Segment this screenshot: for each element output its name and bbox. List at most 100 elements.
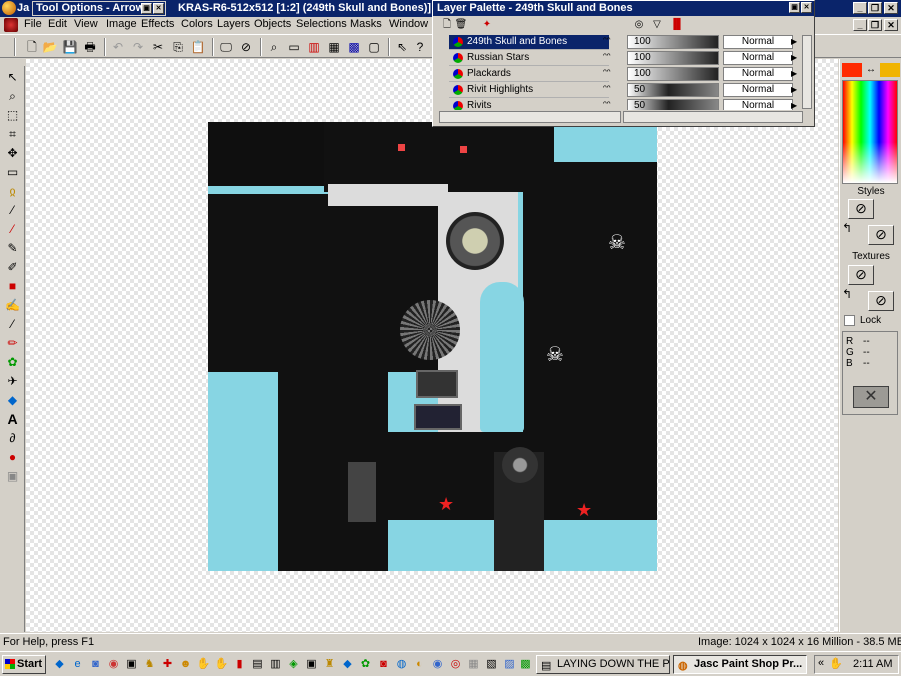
blend-dropdown-icon[interactable]: ▶ [791,51,801,65]
quicklaunch-app-icon[interactable]: ✋ [214,657,229,672]
paint-brush-icon[interactable]: ✎ [4,240,21,257]
zoom-icon[interactable]: ⌕ [266,39,282,55]
histogram-icon[interactable]: ▦ [326,39,342,55]
quicklaunch-app-icon[interactable]: ✿ [358,657,373,672]
start-button[interactable]: Start [2,655,46,674]
menu-file[interactable]: File [24,18,42,30]
quicklaunch-app-icon[interactable]: ▣ [304,657,319,672]
redo-icon[interactable]: ↷ [130,39,146,55]
quicklaunch-app-icon[interactable]: ▦ [466,657,481,672]
swap-styles-icon[interactable]: ↰ [842,221,852,235]
task-button-paint-shop-pro[interactable]: ◍ Jasc Paint Shop Pr... [673,655,807,674]
opacity-slider[interactable]: 50 [627,83,719,97]
doc-close-icon[interactable]: ✕ [884,19,898,31]
quicklaunch-app-icon[interactable]: ◍ [394,657,409,672]
picture-tube-icon[interactable]: ✿ [4,354,21,371]
menu-image[interactable]: Image [106,18,137,30]
blend-mode-select[interactable]: Normal [723,67,793,81]
quicklaunch-app-icon[interactable]: ◙ [376,657,391,672]
document-icon[interactable] [4,18,18,32]
layer-name[interactable]: 249th Skull and Bones [449,35,609,50]
quicklaunch-app-icon[interactable]: ▩ [518,657,533,672]
retouch-icon[interactable]: ✍ [4,297,21,314]
menu-effects[interactable]: Effects [141,18,174,30]
overview-icon[interactable]: ▢ [366,39,382,55]
visibility-icon[interactable]: ᵔᵔ [603,67,617,81]
quicklaunch-app-icon[interactable]: ✚ [160,657,175,672]
help-arrow-icon[interactable]: ⇖ [394,39,410,55]
crop-tool-icon[interactable]: ⌗ [4,126,21,143]
layer-properties-icon[interactable]: ✦ [479,17,495,33]
new-file-icon[interactable]: 🗋 [24,39,40,55]
screen-icon[interactable]: 🖵 [218,39,234,55]
blend-mode-select[interactable]: Normal [723,99,793,110]
layer-settings-scrollbar[interactable] [623,111,803,123]
close-icon[interactable]: ✕ [801,2,812,13]
opacity-tab-icon[interactable]: ◎ [631,17,647,33]
opacity-slider[interactable]: 100 [627,67,719,81]
blend-dropdown-icon[interactable]: ▶ [791,67,801,81]
tray-expand-icon[interactable]: « [818,657,824,669]
dropper-icon[interactable]: ⁄ [4,221,21,238]
layer-name[interactable]: Rivit Highlights [449,83,609,98]
menu-masks[interactable]: Masks [350,18,382,30]
foreground-color-swatch[interactable] [842,63,862,77]
quicklaunch-app-icon[interactable]: ▧ [484,657,499,672]
layer-palette-icon[interactable]: ▩ [346,39,362,55]
flood-fill-icon[interactable]: ◆ [4,392,21,409]
quicklaunch-app-icon[interactable]: ◐ [412,657,427,672]
aircraft-texture-image[interactable]: ☠ ☠ ★ ★ [208,122,657,571]
lock-checkbox[interactable] [844,315,855,326]
menu-selections[interactable]: Selections [296,18,347,30]
menu-window[interactable]: Window [389,18,428,30]
close-icon[interactable]: ✕ [153,3,164,14]
color-replacer-icon[interactable]: ■ [4,278,21,295]
blend-dropdown-icon[interactable]: ▶ [791,35,801,49]
delete-layer-icon[interactable]: 🗑 [453,17,469,33]
tray-clock[interactable]: 2:11 AM [853,658,893,670]
preset-shapes-icon[interactable]: ● [4,449,21,466]
doc-minimize-icon[interactable]: _ [853,19,867,31]
menu-edit[interactable]: Edit [48,18,67,30]
layer-name[interactable]: Plackards [449,67,609,82]
background-color-swatch[interactable] [880,63,900,77]
toggle-palette-icon[interactable]: ▭ [286,39,302,55]
blend-dropdown-icon[interactable]: ▶ [791,99,801,110]
airbrush-icon[interactable]: ✈ [4,373,21,390]
quicklaunch-app-icon[interactable]: ▤ [250,657,265,672]
swap-textures-icon[interactable]: ↰ [842,287,852,301]
layer-row[interactable]: Plackards ᵔᵔ 100 Normal ▶ [439,67,809,82]
print-icon[interactable]: 🖶 [82,39,98,55]
layer-row[interactable]: Russian Stars ᵔᵔ 100 Normal ▶ [439,51,809,66]
layer-name[interactable]: Rivits [449,99,609,110]
text-tool-icon[interactable]: A [4,411,21,428]
quicklaunch-app-icon[interactable]: ◆ [340,657,355,672]
freehand-tool-icon[interactable]: ჲ [4,183,21,200]
opacity-slider[interactable]: 100 [627,51,719,65]
color-picker-spectrum[interactable] [842,80,898,184]
style-none-icon[interactable]: ⊘ [868,225,894,245]
pin-icon[interactable]: ▣ [141,3,152,14]
visibility-icon[interactable]: ᵔᵔ [603,35,617,49]
visibility-icon[interactable]: ᵔᵔ [603,99,617,110]
tray-hand-icon[interactable]: ✋ [829,657,843,670]
quicklaunch-app-icon[interactable]: ♞ [142,657,157,672]
magic-wand-icon[interactable]: ⁄ [4,202,21,219]
menu-objects[interactable]: Objects [254,18,291,30]
scratch-remover-icon[interactable]: ⁄ [4,316,21,333]
quicklaunch-desktop-icon[interactable]: ◆ [52,657,67,672]
eraser-icon[interactable]: ✏ [4,335,21,352]
help-icon[interactable]: ? [412,39,428,55]
undo-icon[interactable]: ↶ [110,39,126,55]
menu-view[interactable]: View [74,18,98,30]
save-icon[interactable]: 💾 [62,39,78,55]
quicklaunch-app-icon[interactable]: ▥ [268,657,283,672]
visibility-icon[interactable]: ᵔᵔ [603,51,617,65]
task-button-word[interactable]: ▤ LAYING DOWN THE P... [536,655,670,674]
visibility-icon[interactable]: ᵔᵔ [603,83,617,97]
quicklaunch-ie-icon[interactable]: e [70,657,85,672]
pin-icon[interactable]: ▣ [789,2,800,13]
layer-vertical-scrollbar[interactable] [802,35,812,109]
mover-tool-icon[interactable]: ✥ [4,145,21,162]
no-entry-icon[interactable]: ⊘ [238,39,254,55]
